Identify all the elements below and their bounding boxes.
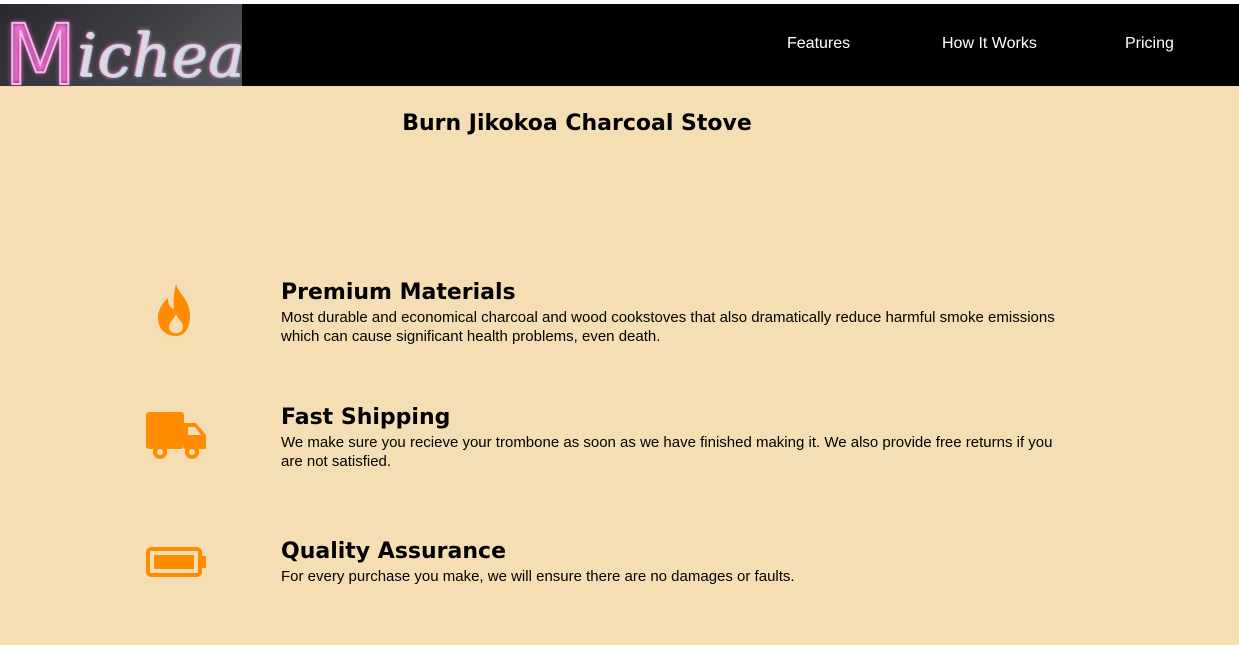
battery-icon xyxy=(146,535,206,591)
logo-initial: M xyxy=(3,5,78,86)
feature-text: We make sure you recieve your trombone a… xyxy=(281,434,1053,470)
feature-text: For every purchase you make, we will ens… xyxy=(281,568,795,585)
logo-rest: icheal xyxy=(77,21,242,86)
site-header: Micheal Features How It Works Pricing xyxy=(0,4,1239,86)
logo-text: Micheal xyxy=(3,4,242,86)
feature-heading: Fast Shipping xyxy=(281,405,451,430)
feature-text: Most durable and economical charcoal and… xyxy=(281,309,1055,345)
fire-icon xyxy=(146,284,206,340)
feature-heading: Quality Assurance xyxy=(281,539,507,564)
logo[interactable]: Micheal xyxy=(0,4,242,86)
nav-link-how-it-works[interactable]: How It Works xyxy=(942,35,1037,53)
feature-heading: Premium Materials xyxy=(281,280,516,305)
truck-icon xyxy=(146,409,206,465)
nav-link-features[interactable]: Features xyxy=(787,35,850,53)
page: Micheal Features How It Works Pricing Bu… xyxy=(0,4,1239,645)
main-nav: Features How It Works Pricing xyxy=(639,4,1239,86)
page-title: Burn Jikokoa Charcoal Stove xyxy=(402,110,752,136)
nav-link-pricing[interactable]: Pricing xyxy=(1125,35,1174,53)
